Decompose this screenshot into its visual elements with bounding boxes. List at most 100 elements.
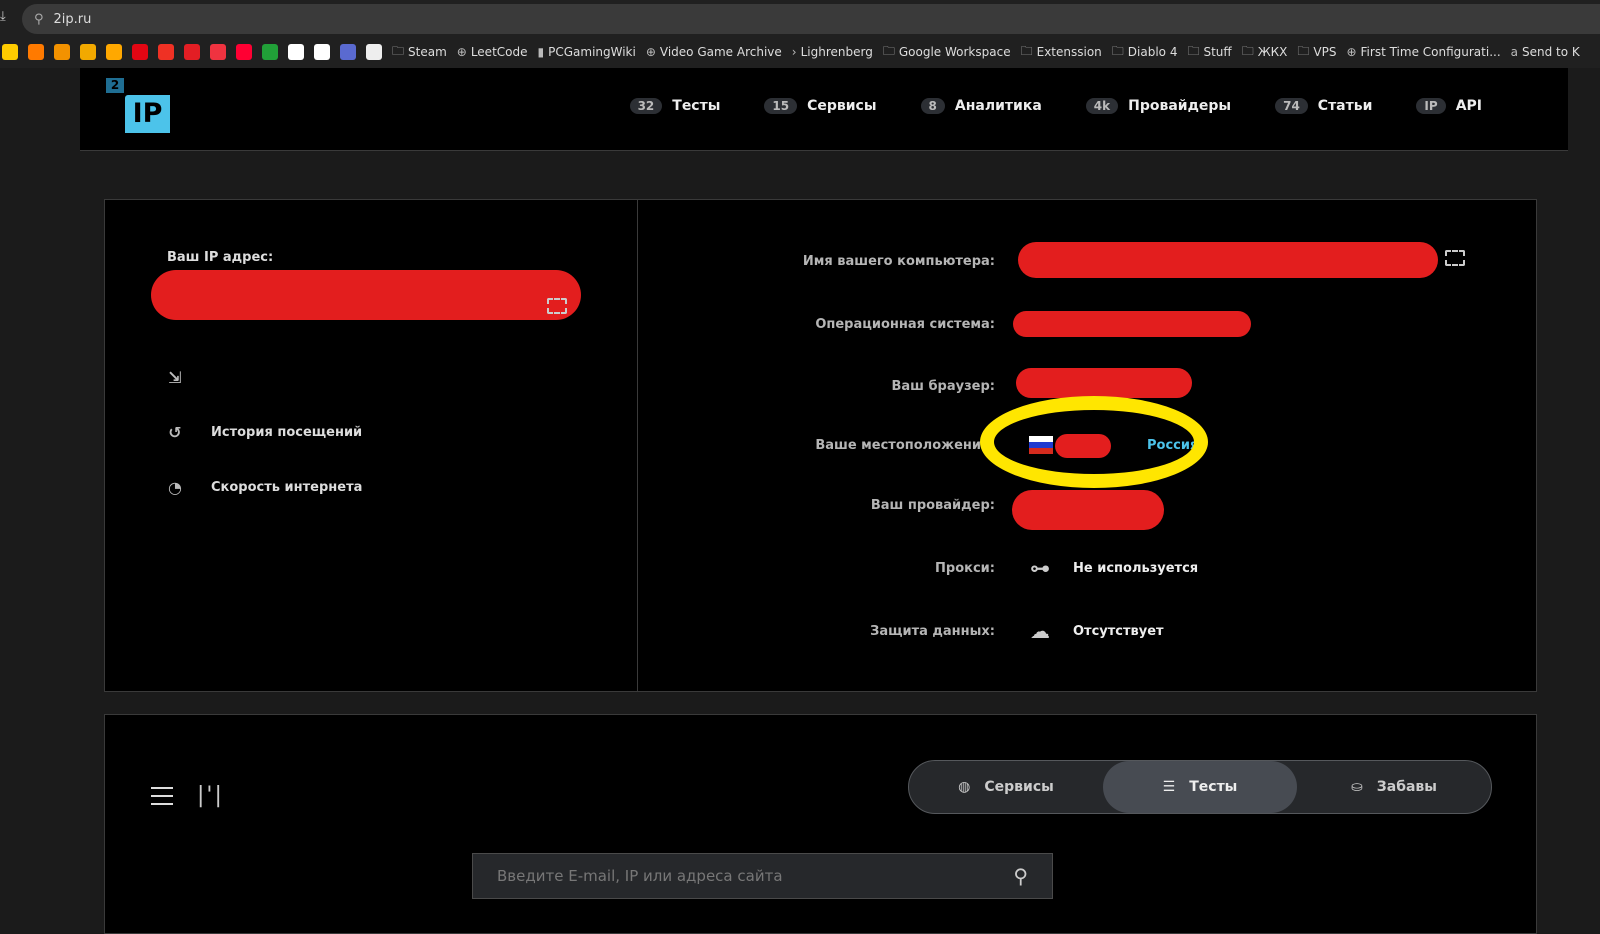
bookmark-favicon[interactable]	[54, 44, 70, 60]
bookmark-favicon[interactable]	[288, 44, 304, 60]
bookmark-favicon[interactable]	[210, 44, 226, 60]
history-icon: ↺	[168, 423, 182, 442]
search-input[interactable]	[497, 867, 1014, 885]
site-info-icon[interactable]: ⚲	[34, 12, 44, 27]
logo-small[interactable]: 2	[106, 78, 124, 93]
bookmark-item[interactable]: ▮ PCGamingWiki	[538, 45, 636, 59]
bookmark-favicon[interactable]	[236, 44, 252, 60]
link-speed[interactable]: ◔ Скорость интернета	[165, 478, 362, 497]
bookmark-item[interactable]: 🗀 Diablo 4	[1112, 42, 1178, 63]
cloud-lock-icon: ☁	[1030, 619, 1050, 643]
bookmark-item[interactable]: 🗀 Google Workspace	[883, 42, 1011, 63]
site-header: 2 IP 32 Тесты 15 Сервисы 8 Аналитика 4k Провайд…	[80, 68, 1568, 151]
search-icon[interactable]: ⚲	[1013, 864, 1028, 888]
tab-fun[interactable]: ⛀ Забавы	[1297, 761, 1491, 813]
redacted-browser	[1016, 368, 1192, 398]
nav-item[interactable]: IP API	[1416, 98, 1482, 114]
main-nav: 32 Тесты 15 Сервисы 8 Аналитика 4k Провайдеры 74…	[629, 98, 1482, 114]
bookmark-item[interactable]: ⊕ LeetCode	[457, 45, 528, 59]
bookmark-favicon[interactable]	[28, 44, 44, 60]
bookmark-favicon[interactable]	[366, 44, 382, 60]
redacted-provider	[1012, 490, 1164, 530]
hide-copy-icon[interactable]	[1445, 250, 1465, 266]
row-proxy: Прокси: ⊶ Не используется	[935, 556, 1199, 580]
nav-label: Статьи	[1317, 98, 1373, 114]
bookmark-item[interactable]: ⊕ First Time Configurati...	[1346, 45, 1500, 59]
nav-item[interactable]: 4k Провайдеры	[1085, 98, 1232, 114]
address-bar[interactable]: ⚲ 2ip.ru	[22, 4, 1600, 34]
link-redirect[interactable]: ⇲	[165, 368, 211, 387]
nav-label: Сервисы	[807, 98, 877, 114]
nav-badge: 8	[920, 98, 945, 114]
nav-label: Тесты	[672, 98, 721, 114]
logo[interactable]: IP	[125, 95, 170, 133]
url-text: 2ip.ru	[53, 11, 92, 27]
bookmark-favicon[interactable]	[106, 44, 122, 60]
bookmark-item[interactable]: 🗀 Extenssion	[1021, 42, 1102, 63]
folder-icon: 🗀	[392, 43, 405, 58]
redacted-ip	[151, 270, 581, 320]
nav-badge: 15	[764, 98, 798, 114]
bookmark-item[interactable]: 🗀 ЖКХ	[1242, 42, 1288, 63]
tab-services[interactable]: ◍ Сервисы	[909, 761, 1103, 813]
search-box: ⚲	[472, 853, 1053, 899]
nav-item[interactable]: 8 Аналитика	[920, 98, 1042, 114]
menu-icon[interactable]	[151, 787, 173, 805]
bookmark-item[interactable]: › Lighrenberg	[792, 45, 873, 59]
bookmark-favicon[interactable]	[184, 44, 200, 60]
globe-icon: ⊕	[1346, 45, 1357, 59]
folder-icon: 🗀	[882, 43, 895, 58]
bookmark-item[interactable]: 🗀 Steam	[392, 42, 447, 63]
row-data-protection: Защита данных: ☁ Отсутствует	[870, 619, 1164, 643]
globe-icon: ⊕	[456, 45, 467, 59]
bookmark-item[interactable]: ⊕ Video Game Archive	[646, 45, 782, 59]
bookmark-item[interactable]: 🗀 Stuff	[1187, 42, 1231, 63]
folder-icon: 🗀	[1297, 43, 1310, 58]
nav-item[interactable]: 74 Статьи	[1275, 98, 1372, 114]
highlight-circle	[980, 396, 1208, 488]
nav-item[interactable]: 15 Сервисы	[764, 98, 877, 114]
folder-icon: 🗀	[1187, 43, 1200, 58]
category-switch: ◍ Сервисы ☰ Тесты ⛀ Забавы	[908, 760, 1492, 814]
folder-icon: 🗀	[1111, 43, 1124, 58]
bookmark-item[interactable]: 🗀 VPS	[1297, 42, 1336, 63]
nav-item[interactable]: 32 Тесты	[629, 98, 721, 114]
redacted-os	[1013, 311, 1251, 337]
link-history[interactable]: ↺ История посещений	[165, 423, 362, 442]
ip-info-panel: Ваш IP адрес: ⇲ ↺ История посещений ◔ Скор…	[104, 199, 1537, 692]
bookmarks-bar: 🗀 Steam ⊕ LeetCode ▮ PCGamingWiki ⊕ Video Game …	[0, 36, 1600, 68]
bookmark-favicon[interactable]	[132, 44, 148, 60]
bookmark-favicon[interactable]	[262, 44, 278, 60]
pcgw-icon: ▮	[537, 45, 545, 59]
download-icon[interactable]: ⤓	[0, 9, 6, 24]
bookmark-favicon[interactable]	[314, 44, 330, 60]
browser-toolbar: ⤓ ⚲ 2ip.ru	[0, 0, 1600, 36]
amazon-icon: a	[1510, 45, 1519, 59]
folder-icon: 🗀	[1020, 43, 1033, 58]
ip-label: Ваш IP адрес:	[167, 250, 274, 265]
bookmark-item[interactable]: a Send to K	[1511, 45, 1580, 59]
nav-label: Провайдеры	[1128, 98, 1232, 114]
globe-icon: ◍	[958, 779, 971, 795]
nav-label: Аналитика	[954, 98, 1042, 114]
nav-badge: 74	[1275, 98, 1308, 114]
nav-badge: 32	[629, 98, 663, 114]
toy-icon: ⛀	[1351, 779, 1363, 795]
tab-tests[interactable]: ☰ Тесты	[1103, 761, 1297, 813]
list-icon: ☰	[1162, 779, 1176, 795]
folder-icon: 🗀	[1241, 43, 1254, 58]
speedometer-icon: ◔	[168, 478, 182, 497]
copy-icon[interactable]	[547, 298, 567, 314]
nav-badge: 4k	[1085, 98, 1119, 114]
chevron-icon: ›	[791, 45, 797, 59]
nav-label: API	[1455, 98, 1482, 114]
redacted-computer-name	[1018, 242, 1438, 278]
nav-badge: IP	[1416, 98, 1446, 114]
bookmark-favicon[interactable]	[80, 44, 96, 60]
bookmark-favicon[interactable]	[340, 44, 356, 60]
bookmark-favicon[interactable]	[2, 44, 18, 60]
bars-icon[interactable]: |'|	[197, 783, 224, 808]
bookmark-favicon[interactable]	[158, 44, 174, 60]
tools-panel: |'| ◍Сервисы ☰Тесты ⛀Забавы ⚲	[104, 714, 1537, 934]
redirect-icon: ⇲	[168, 368, 182, 387]
